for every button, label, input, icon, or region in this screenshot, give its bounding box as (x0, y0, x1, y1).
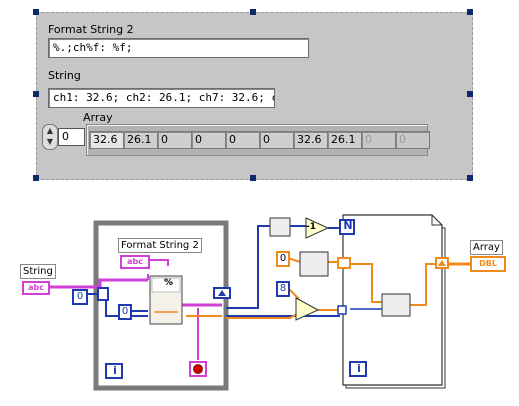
array-element: 0 (361, 131, 396, 149)
array-element: 26.1 (327, 131, 362, 149)
constant-eight[interactable]: 8 (276, 281, 290, 297)
array-terminal-label: Array (470, 240, 503, 255)
string-terminal[interactable]: abc (22, 281, 50, 295)
array-index-field[interactable]: 0 (58, 128, 85, 146)
array-element: 26.1 (123, 131, 158, 149)
array-element: 0 (225, 131, 260, 149)
array-element: 0 (157, 131, 192, 149)
string-field[interactable]: ch1: 32.6; ch2: 26.1; ch7: 32.6; ch8: 26… (48, 88, 275, 108)
iteration-label-right: i (357, 362, 361, 375)
format-string-field[interactable]: %.;ch%f: %f; (48, 38, 309, 58)
iteration-label-left: i (113, 364, 117, 377)
selection-handle[interactable] (250, 9, 256, 15)
array-indicator: 32.6 26.1 0 0 0 0 32.6 26.1 0 0 (86, 124, 430, 156)
initialize-array-node (299, 251, 329, 277)
count-terminal-label: N (343, 219, 353, 232)
array-element: 32.6 (293, 131, 328, 149)
array-size-node (269, 217, 291, 237)
array-element: 0 (191, 131, 226, 149)
replace-subset-node (381, 293, 411, 317)
array-indicator-terminal[interactable]: DBL (470, 256, 506, 272)
scan-format-symbol: % (164, 278, 174, 288)
selection-handle[interactable] (33, 175, 39, 181)
format-string-label: Format String 2 (48, 23, 134, 36)
array-element: 0 (395, 131, 430, 149)
selection-handle[interactable] (250, 175, 256, 181)
constant-zero[interactable]: 0 (276, 251, 290, 267)
selection-handle[interactable] (467, 91, 473, 97)
string-label: String (48, 69, 81, 82)
selection-handle[interactable] (467, 175, 473, 181)
constant-zero[interactable]: 0 (118, 304, 132, 320)
array-label: Array (83, 111, 113, 124)
selection-handle[interactable] (467, 9, 473, 15)
array-element: 0 (259, 131, 294, 149)
format-string-terminal-label: Format String 2 (118, 238, 202, 253)
selection-handle[interactable] (33, 9, 39, 15)
decrement-symbol: -1 (306, 222, 316, 232)
index-spinner[interactable]: ▲ ▼ (42, 124, 58, 150)
format-string-terminal[interactable]: abc (120, 255, 150, 269)
array-element: 32.6 (89, 131, 124, 149)
string-terminal-label: String (20, 264, 56, 279)
selection-handle[interactable] (33, 91, 39, 97)
constant-zero[interactable]: 0 (72, 289, 88, 305)
